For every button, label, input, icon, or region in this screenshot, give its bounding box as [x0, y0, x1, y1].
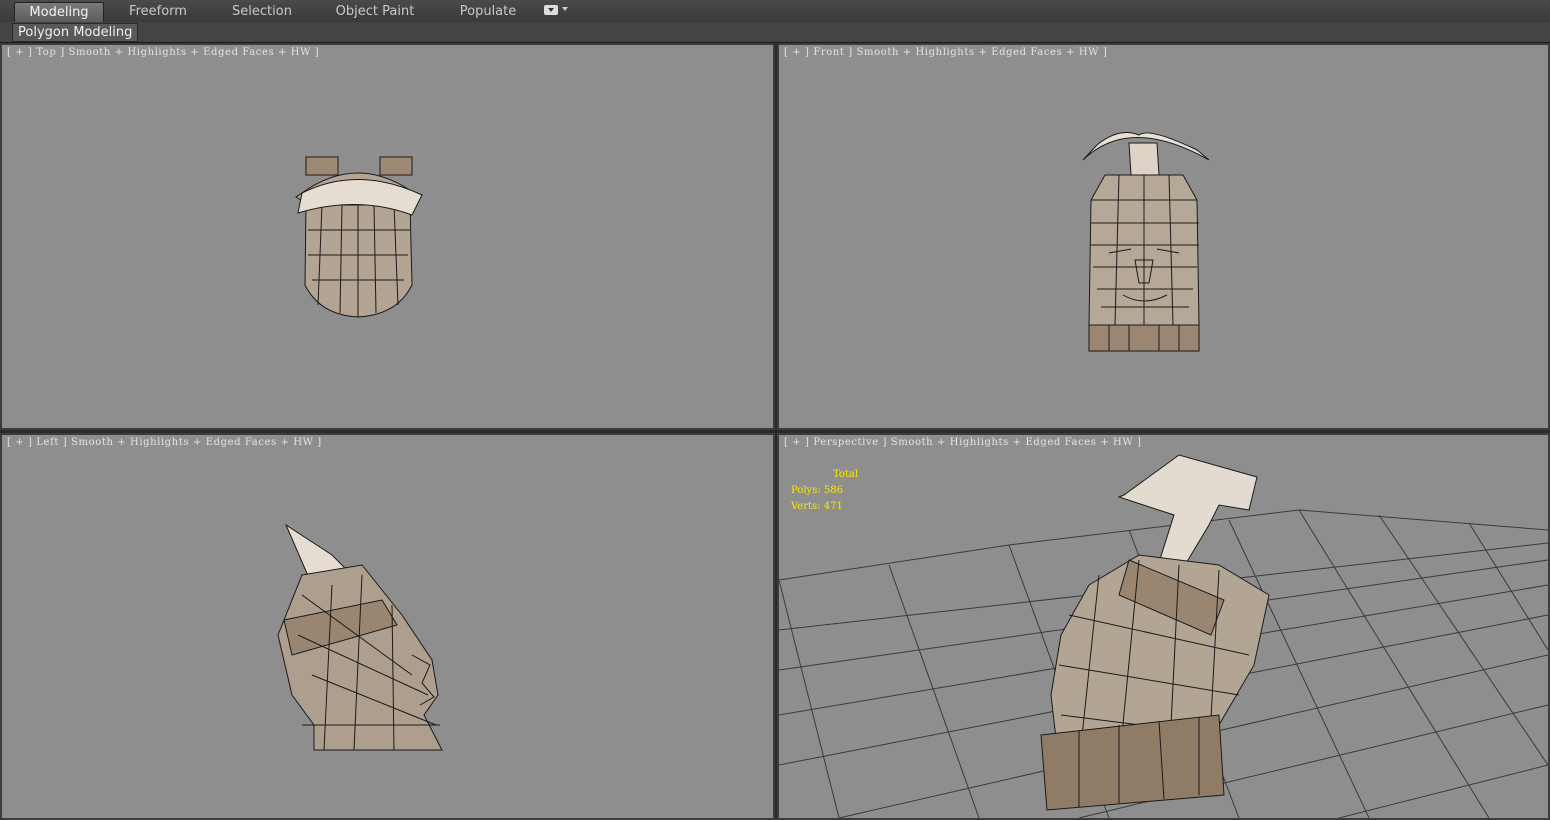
ribbon-tab-bar: Modeling Freeform Selection Object Paint…	[0, 0, 1550, 23]
model-top-view	[295, 156, 424, 318]
tab-freeform[interactable]: Freeform	[118, 2, 198, 21]
model-perspective-view	[1040, 454, 1270, 811]
tab-populate[interactable]: Populate	[448, 2, 528, 21]
ribbon-panel-bar: Polygon Modeling	[0, 22, 1550, 43]
tab-selection[interactable]: Selection	[222, 2, 302, 21]
tab-modeling[interactable]: Modeling	[14, 2, 104, 22]
ribbon-options-icon[interactable]	[544, 5, 558, 15]
polygon-modeling-panel[interactable]: Polygon Modeling	[12, 23, 139, 42]
viewport-front[interactable]: [ + ] Front ] Smooth + Highlights + Edge…	[777, 43, 1550, 430]
viewport-left[interactable]: [ + ] Left ] Smooth + Highlights + Edged…	[0, 433, 775, 820]
viewport-perspective[interactable]: [ + ] Perspective ] Smooth + Highlights …	[777, 433, 1550, 820]
viewport-top[interactable]: [ + ] Top ] Smooth + Highlights + Edged …	[0, 43, 775, 430]
chevron-down-icon[interactable]	[562, 7, 568, 11]
model-left-view	[277, 523, 443, 751]
tab-object-paint[interactable]: Object Paint	[330, 2, 420, 21]
model-front-view	[1082, 132, 1210, 352]
